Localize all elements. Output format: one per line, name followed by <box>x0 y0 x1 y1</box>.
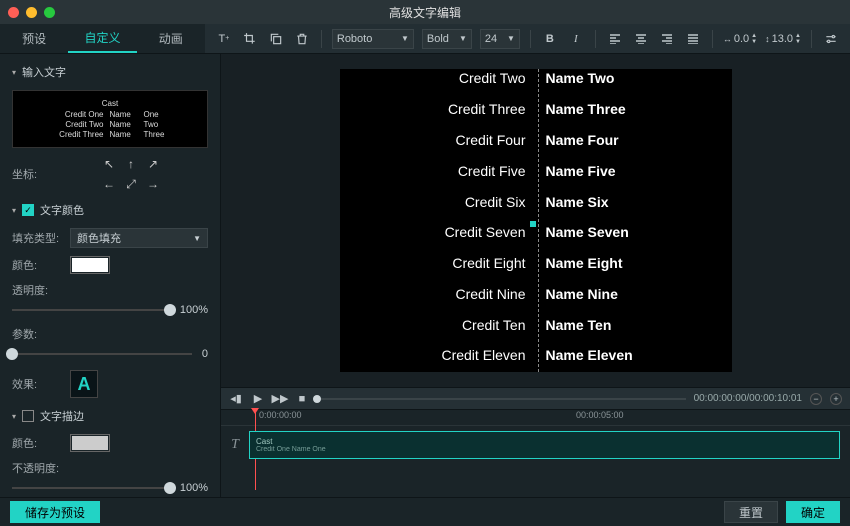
next-frame-button[interactable]: ▶▶ <box>273 392 287 406</box>
credit-row[interactable]: Credit TenName Ten <box>340 309 732 340</box>
align-tr-button[interactable]: ↗ <box>144 156 162 172</box>
credit-row[interactable]: Credit ElevenName Eleven <box>340 340 732 371</box>
opacity-slider[interactable] <box>12 302 170 318</box>
section-input-text[interactable]: ▾输入文字 <box>0 58 220 86</box>
stop-button[interactable]: ■ <box>295 392 309 406</box>
text-track-icon: T <box>221 437 249 453</box>
save-preset-button[interactable]: 储存为预设 <box>10 501 100 523</box>
align-tl-button[interactable]: ↖ <box>100 156 118 172</box>
coord-row: 坐标: ↖ ↑ ↗ ← ⤢ → <box>0 152 220 196</box>
text-effect-button[interactable]: A <box>70 370 98 398</box>
align-r-button[interactable]: → <box>144 176 162 192</box>
add-text-icon[interactable]: T+ <box>215 30 233 48</box>
align-justify-icon[interactable] <box>684 30 702 48</box>
titlebar: 高级文字编辑 <box>0 0 850 24</box>
zoom-in-button[interactable]: + <box>830 393 842 405</box>
copy-icon[interactable] <box>267 30 285 48</box>
credit-row[interactable]: Credit FourName Four <box>340 125 732 156</box>
alignment-grid: ↖ ↑ ↗ ← ⤢ → <box>100 156 162 192</box>
prev-frame-button[interactable]: ◂▮ <box>229 392 243 406</box>
param-slider[interactable] <box>12 346 192 362</box>
text-stroke-checkbox[interactable] <box>22 410 34 422</box>
fill-type-select[interactable]: 颜色填充▼ <box>70 228 208 248</box>
align-center-icon[interactable] <box>632 30 650 48</box>
credit-row[interactable]: Credit FiveName Five <box>340 155 732 186</box>
text-toolbar: T+ Roboto▼ Bold▼ 24▼ B I ↔0.0▲▼ ↕13.0▲▼ <box>205 24 850 53</box>
settings-icon[interactable] <box>822 30 840 48</box>
tab-animation[interactable]: 动画 <box>137 24 205 53</box>
section-text-color[interactable]: ▾✓文字颜色 <box>0 196 220 224</box>
preview-canvas[interactable]: Credit TwoName TwoCredit ThreeName Three… <box>340 69 732 372</box>
line-height-input[interactable]: ↕13.0▲▼ <box>765 33 801 45</box>
italic-button[interactable]: I <box>567 30 585 48</box>
text-color-swatch[interactable] <box>70 256 110 274</box>
sidebar: ▾输入文字 Cast Credit OneNameOneCredit TwoNa… <box>0 54 220 497</box>
align-right-icon[interactable] <box>658 30 676 48</box>
timeline: 0:00:00:00 00:00:05:00 T Cast Credit One… <box>221 409 850 497</box>
align-left-icon[interactable] <box>606 30 624 48</box>
letter-spacing-input[interactable]: ↔0.0▲▼ <box>723 33 757 45</box>
ok-button[interactable]: 确定 <box>786 501 840 523</box>
credit-row[interactable]: Credit NineName Nine <box>340 278 732 309</box>
playback-time: 00:00:00:00/00:00:10:01 <box>694 393 802 404</box>
credit-row[interactable]: Credit ThreeName Three <box>340 94 732 125</box>
selection-handle-left[interactable] <box>530 221 536 227</box>
section-text-stroke[interactable]: ▾文字描边 <box>0 402 220 430</box>
playback-controls: ◂▮ ▶ ▶▶ ■ 00:00:00:00/00:00:10:01 − + <box>221 387 850 409</box>
tab-preset[interactable]: 预设 <box>0 24 68 53</box>
preview-area: Credit TwoName TwoCredit ThreeName Three… <box>220 54 850 497</box>
stroke-opacity-slider[interactable] <box>12 480 170 496</box>
reset-button[interactable]: 重置 <box>724 501 778 523</box>
timeline-clip[interactable]: Cast Credit One Name One <box>249 431 840 459</box>
credit-row[interactable]: Credit SixName Six <box>340 186 732 217</box>
text-preview-thumb[interactable]: Cast Credit OneNameOneCredit TwoNameTwoC… <box>12 90 208 148</box>
align-c-button[interactable]: ⤢ <box>122 176 140 192</box>
credit-row[interactable]: Credit SevenName Seven <box>340 217 732 248</box>
close-window-button[interactable] <box>8 7 19 18</box>
credit-row[interactable]: Credit TwelveName Twelve <box>340 371 732 372</box>
timeline-ruler[interactable]: 0:00:00:00 00:00:05:00 <box>221 410 850 426</box>
font-weight-select[interactable]: Bold▼ <box>422 29 472 49</box>
playback-scrubber[interactable] <box>317 398 686 400</box>
play-button[interactable]: ▶ <box>251 392 265 406</box>
text-color-checkbox[interactable]: ✓ <box>22 204 34 216</box>
font-family-select[interactable]: Roboto▼ <box>332 29 414 49</box>
align-l-button[interactable]: ← <box>100 176 118 192</box>
tab-custom[interactable]: 自定义 <box>68 24 136 53</box>
zoom-out-button[interactable]: − <box>810 393 822 405</box>
credit-row[interactable]: Credit TwoName Two <box>340 69 732 94</box>
minimize-window-button[interactable] <box>26 7 37 18</box>
timeline-track: T Cast Credit One Name One <box>221 430 850 460</box>
align-t-button[interactable]: ↑ <box>122 156 140 172</box>
sidebar-tabs: 预设 自定义 动画 <box>0 24 205 53</box>
maximize-window-button[interactable] <box>44 7 55 18</box>
bold-button[interactable]: B <box>541 30 559 48</box>
stroke-color-swatch[interactable] <box>70 434 110 452</box>
delete-icon[interactable] <box>293 30 311 48</box>
font-size-select[interactable]: 24▼ <box>480 29 520 49</box>
credit-row[interactable]: Credit EightName Eight <box>340 248 732 279</box>
window-title: 高级文字编辑 <box>389 4 461 21</box>
window-controls <box>8 7 55 18</box>
crop-icon[interactable] <box>241 30 259 48</box>
footer: 储存为预设 重置 确定 <box>0 497 850 526</box>
